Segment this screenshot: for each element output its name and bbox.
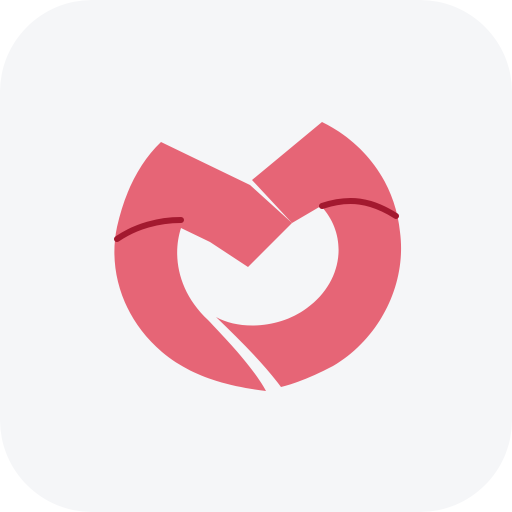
app-icon-tile[interactable] <box>0 0 512 512</box>
app-logo-icon <box>114 122 402 391</box>
